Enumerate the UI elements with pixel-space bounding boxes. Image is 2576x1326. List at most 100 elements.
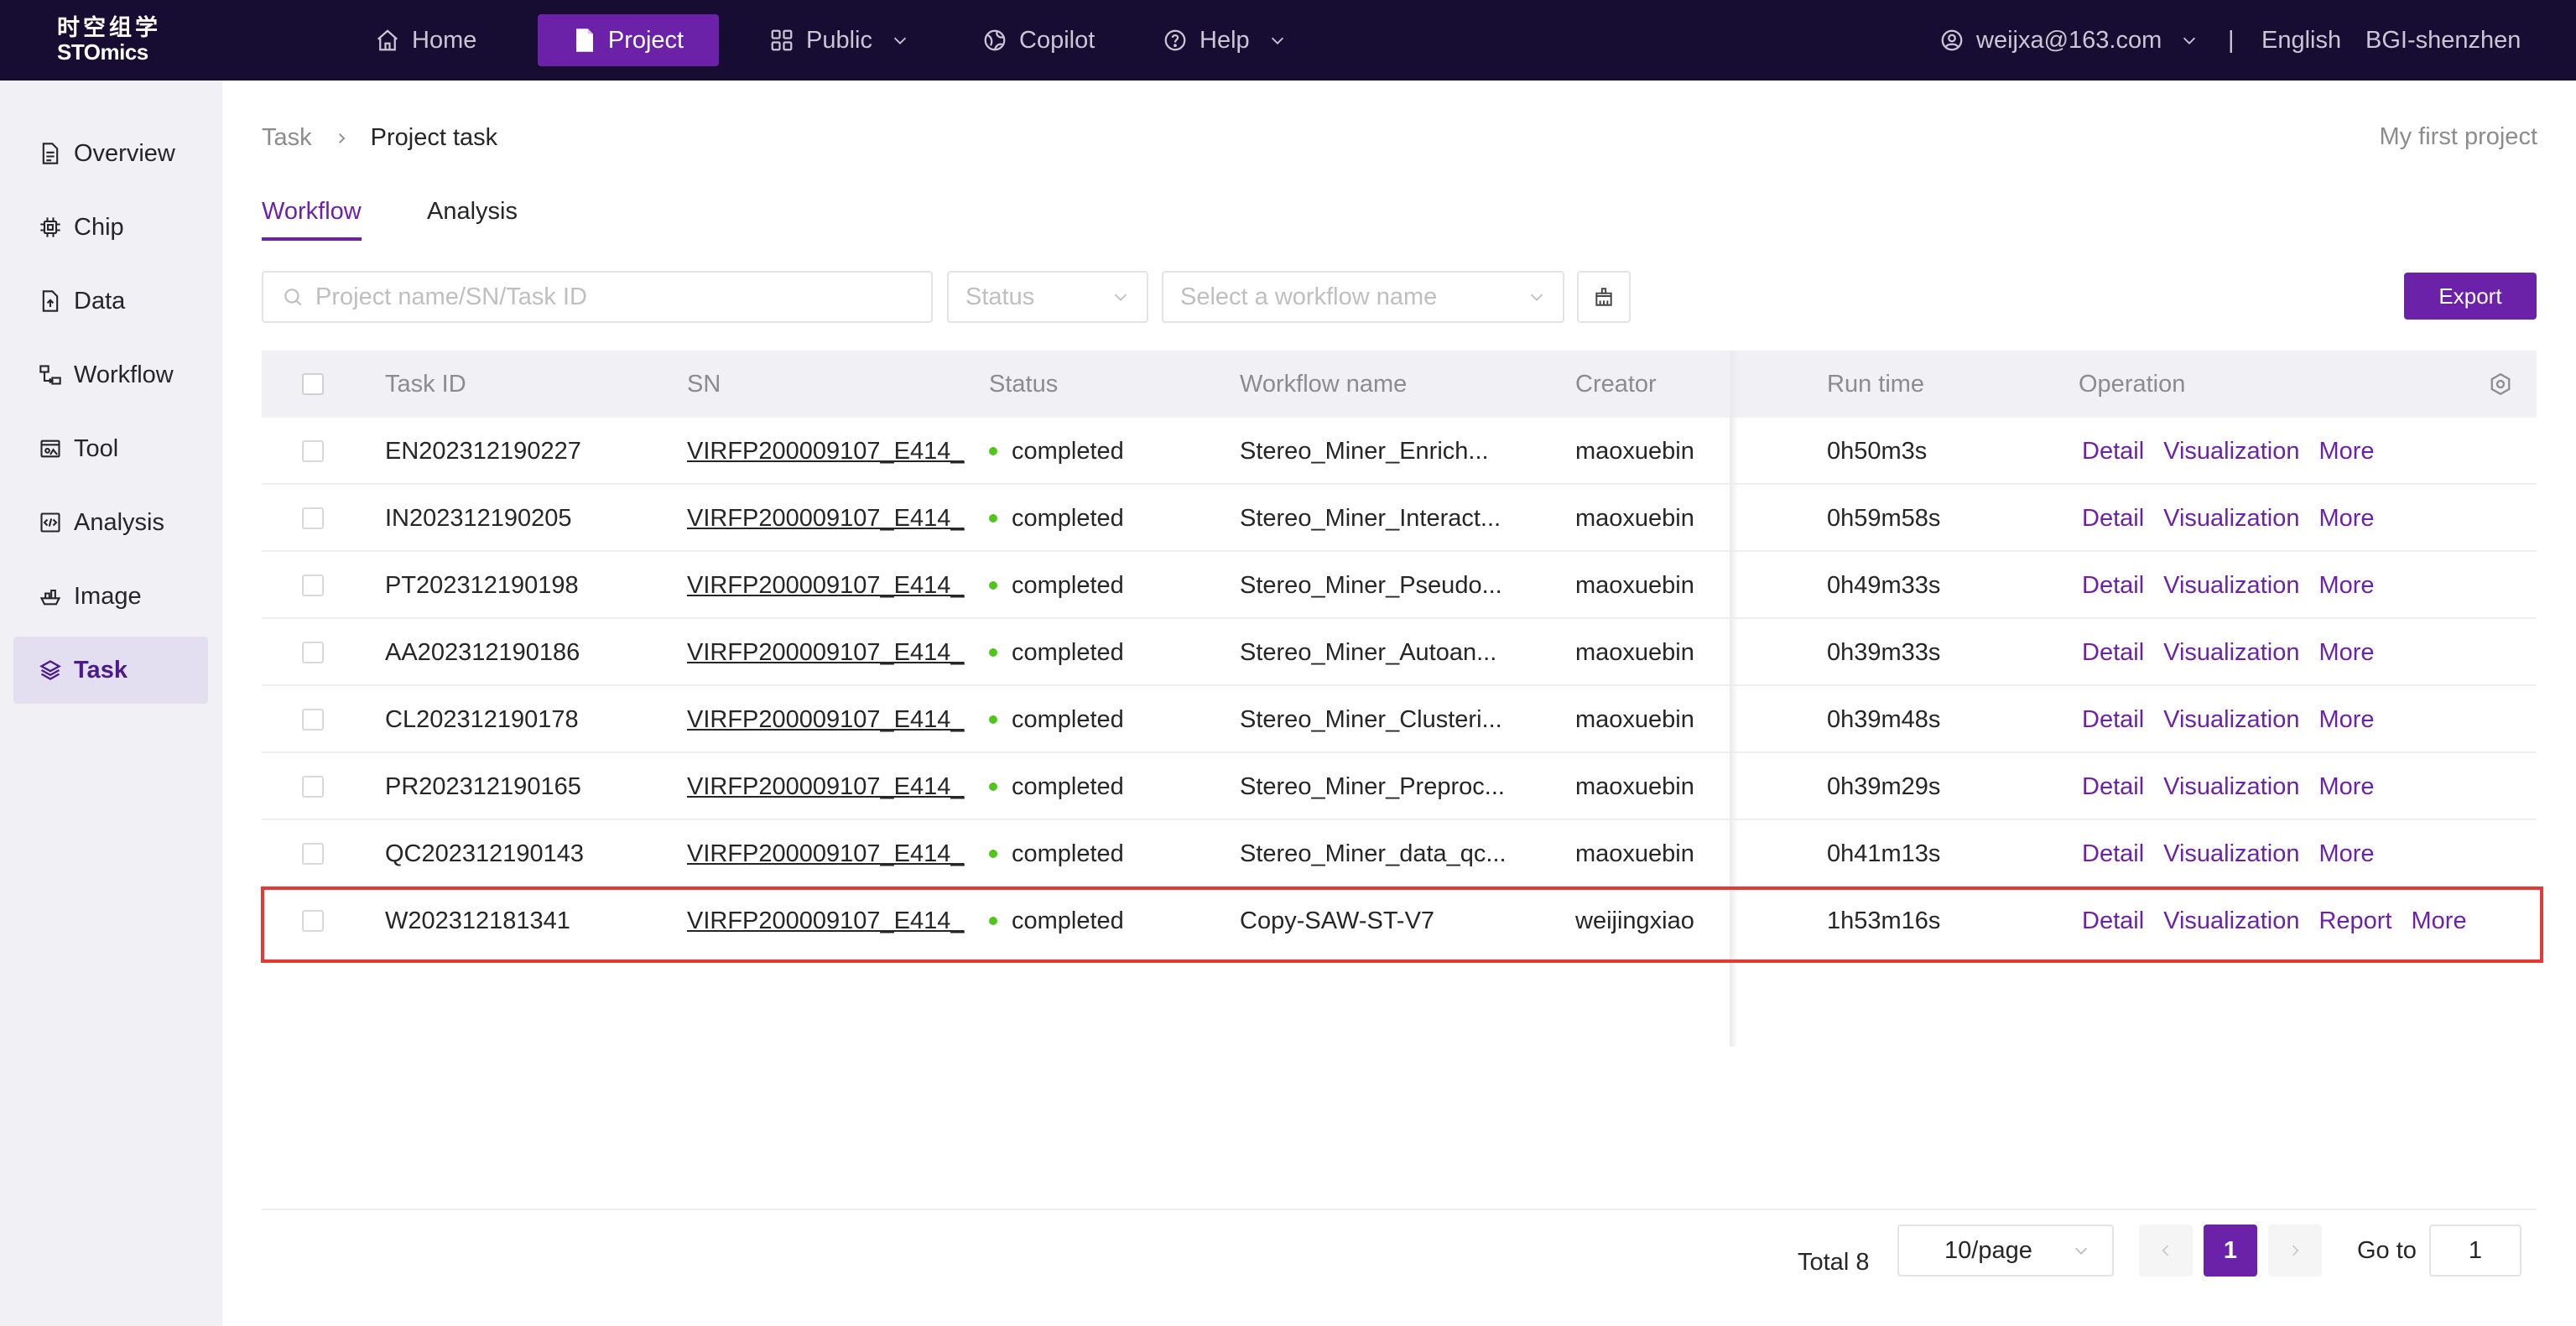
layers-icon: [39, 658, 62, 682]
nav-home[interactable]: Home: [358, 14, 493, 66]
more-link[interactable]: More: [2318, 438, 2374, 465]
workflow-name: Stereo_Miner_Pseudo...: [1240, 571, 1502, 599]
visualization-link[interactable]: Visualization: [2163, 840, 2299, 868]
code-icon: [39, 511, 62, 534]
workflow-name-select[interactable]: Select a workflow name: [1162, 271, 1564, 323]
run-time: 0h41m13s: [1827, 840, 1941, 867]
sn-link[interactable]: VIRFP200009107_E414_: [687, 753, 965, 820]
sn-link[interactable]: VIRFP200009107_E414_: [687, 485, 965, 552]
operations: Detail Visualization More: [2082, 485, 2394, 552]
visualization-link[interactable]: Visualization: [2163, 706, 2299, 734]
status-text: completed: [1012, 437, 1124, 465]
row-checkbox[interactable]: [302, 418, 324, 485]
detail-link[interactable]: Detail: [2082, 639, 2144, 667]
nav-help[interactable]: Help: [1146, 14, 1304, 66]
table-row: QC202312190143 VIRFP200009107_E414_ comp…: [262, 820, 2537, 887]
nav-project[interactable]: Project: [538, 14, 719, 66]
status-cell: completed: [989, 820, 1124, 887]
nav-home-label: Home: [412, 26, 477, 54]
sidebar-item-data[interactable]: Data: [13, 268, 208, 335]
row-checkbox[interactable]: [302, 619, 324, 686]
sidebar-item-analysis[interactable]: Analysis: [13, 489, 208, 556]
detail-link[interactable]: Detail: [2082, 438, 2144, 465]
detail-link[interactable]: Detail: [2082, 773, 2144, 801]
globe-icon: [982, 28, 1007, 53]
visualization-link[interactable]: Visualization: [2163, 505, 2299, 533]
more-link[interactable]: More: [2318, 773, 2374, 801]
sidebar-item-workflow[interactable]: Workflow: [13, 341, 208, 408]
status-dot: [989, 581, 997, 590]
page-size-select[interactable]: 10/page: [1897, 1225, 2114, 1277]
sn-link[interactable]: VIRFP200009107_E414_: [687, 619, 965, 686]
region-switch[interactable]: BGI-shenzhen: [2365, 14, 2521, 66]
sn-link[interactable]: VIRFP200009107_E414_: [687, 418, 965, 485]
stomics-logo[interactable]: 时空组学 STOmics: [57, 17, 161, 64]
sn-link[interactable]: VIRFP200009107_E414_: [687, 820, 965, 887]
prev-page-button[interactable]: [2139, 1225, 2193, 1277]
visualization-link[interactable]: Visualization: [2163, 438, 2299, 465]
sidebar-item-tool[interactable]: Tool: [13, 415, 208, 482]
task-id: IN202312190205: [385, 504, 572, 532]
nav-public[interactable]: Public: [752, 14, 926, 66]
nav-public-label: Public: [806, 26, 872, 54]
tab-analysis[interactable]: Analysis: [427, 198, 518, 237]
clear-filters-button[interactable]: [1577, 271, 1631, 323]
sn-link[interactable]: VIRFP200009107_E414_: [687, 686, 965, 753]
page-1-button[interactable]: 1: [2204, 1225, 2257, 1277]
status-select[interactable]: Status: [947, 271, 1148, 323]
chip-icon: [39, 216, 62, 239]
sidebar-item-task[interactable]: Task: [13, 637, 208, 704]
more-link[interactable]: More: [2318, 505, 2374, 533]
operations: Detail Visualization More: [2082, 619, 2394, 686]
visualization-link[interactable]: Visualization: [2163, 773, 2299, 801]
table-footer-divider: [262, 1209, 2537, 1210]
export-button[interactable]: Export: [2404, 273, 2537, 320]
more-link[interactable]: More: [2318, 639, 2374, 667]
detail-link[interactable]: Detail: [2082, 706, 2144, 734]
chevron-down-icon: [1268, 31, 1287, 49]
visualization-link[interactable]: Visualization: [2163, 572, 2299, 600]
sn-link[interactable]: VIRFP200009107_E414_: [687, 552, 965, 619]
row-checkbox[interactable]: [302, 753, 324, 820]
column-settings-gear-icon[interactable]: [2488, 351, 2513, 418]
status-text: completed: [1012, 571, 1124, 599]
row-checkbox[interactable]: [302, 686, 324, 753]
detail-link[interactable]: Detail: [2082, 572, 2144, 600]
more-link[interactable]: More: [2318, 840, 2374, 868]
column-header-sn: SN: [687, 370, 721, 398]
task-id: QC202312190143: [385, 840, 585, 867]
tab-workflow[interactable]: Workflow: [262, 198, 362, 241]
sidebar-item-image[interactable]: Image: [13, 563, 208, 630]
data-upload-icon: [39, 289, 62, 313]
search-field[interactable]: [262, 271, 933, 323]
more-link[interactable]: More: [2318, 572, 2374, 600]
row-checkbox[interactable]: [302, 485, 324, 552]
search-input[interactable]: [315, 283, 903, 311]
status-cell: completed: [989, 552, 1124, 619]
detail-link[interactable]: Detail: [2082, 505, 2144, 533]
breadcrumb-parent[interactable]: Task: [262, 124, 312, 152]
nav-copilot[interactable]: Copilot: [965, 14, 1111, 66]
chevron-right-icon: [2287, 1242, 2303, 1259]
status-text: completed: [1012, 840, 1124, 867]
row-checkbox[interactable]: [302, 552, 324, 619]
language-switch[interactable]: English: [2261, 14, 2341, 66]
sidebar-item-overview[interactable]: Overview: [13, 120, 208, 187]
row-checkbox[interactable]: [302, 820, 324, 887]
detail-link[interactable]: Detail: [2082, 840, 2144, 868]
breadcrumb-current: Project task: [370, 124, 498, 151]
sidebar-item-label: Workflow: [74, 361, 174, 388]
more-link[interactable]: More: [2318, 706, 2374, 734]
select-all-checkbox[interactable]: [302, 351, 324, 418]
visualization-link[interactable]: Visualization: [2163, 639, 2299, 667]
next-page-button[interactable]: [2268, 1225, 2322, 1277]
top-navigation-bar: 时空组学 STOmics Home Project Public Copilot: [0, 0, 2576, 81]
goto-page-input[interactable]: 1: [2429, 1225, 2521, 1277]
tool-icon: [39, 437, 62, 460]
file-icon: [39, 142, 62, 165]
status-dot: [989, 783, 997, 791]
creator: maoxuebin: [1575, 638, 1694, 666]
status-dot: [989, 514, 997, 523]
sidebar-item-chip[interactable]: Chip: [13, 194, 208, 261]
user-menu[interactable]: weijxa@163.com: [1939, 14, 2199, 66]
